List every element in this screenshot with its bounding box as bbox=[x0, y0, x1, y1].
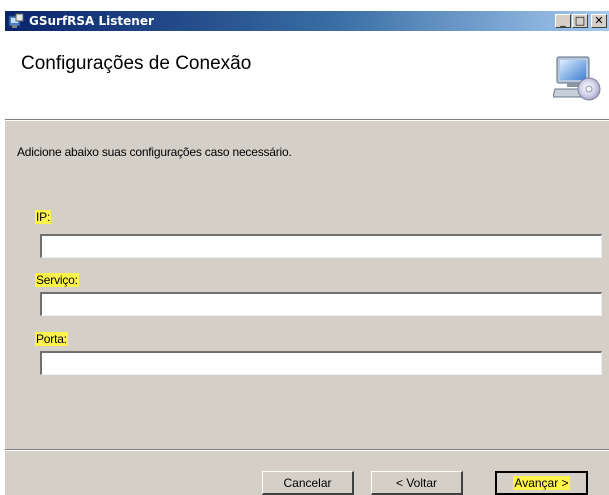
maximize-button[interactable]: □ bbox=[572, 14, 588, 28]
close-button[interactable]: ✕ bbox=[591, 14, 607, 28]
next-button-label: Avançar > bbox=[513, 476, 570, 490]
title-bar[interactable]: GSurfRSA Listener _ □ ✕ bbox=[5, 11, 609, 31]
computer-cd-icon bbox=[553, 56, 601, 101]
servico-label: Serviço: bbox=[35, 273, 79, 287]
back-button[interactable]: < Voltar bbox=[371, 471, 463, 495]
wizard-header: Configurações de Conexão bbox=[5, 31, 609, 120]
footer-divider bbox=[5, 449, 609, 451]
minimize-button[interactable]: _ bbox=[555, 14, 571, 28]
window-title: GSurfRSA Listener bbox=[29, 14, 154, 28]
ip-field[interactable] bbox=[40, 234, 602, 258]
installer-app-icon bbox=[8, 13, 24, 28]
installer-window: GSurfRSA Listener _ □ ✕ Configurações de… bbox=[4, 10, 609, 495]
next-button[interactable]: Avançar > bbox=[495, 471, 588, 495]
porta-label: Porta: bbox=[35, 332, 68, 346]
servico-field[interactable] bbox=[40, 292, 602, 316]
ip-label: IP: bbox=[35, 210, 52, 224]
page-title: Configurações de Conexão bbox=[21, 53, 252, 74]
instruction-text: Adicione abaixo suas configurações caso … bbox=[17, 145, 292, 159]
cancel-button[interactable]: Cancelar bbox=[262, 471, 354, 495]
porta-field[interactable] bbox=[40, 351, 602, 375]
header-divider bbox=[5, 119, 609, 121]
